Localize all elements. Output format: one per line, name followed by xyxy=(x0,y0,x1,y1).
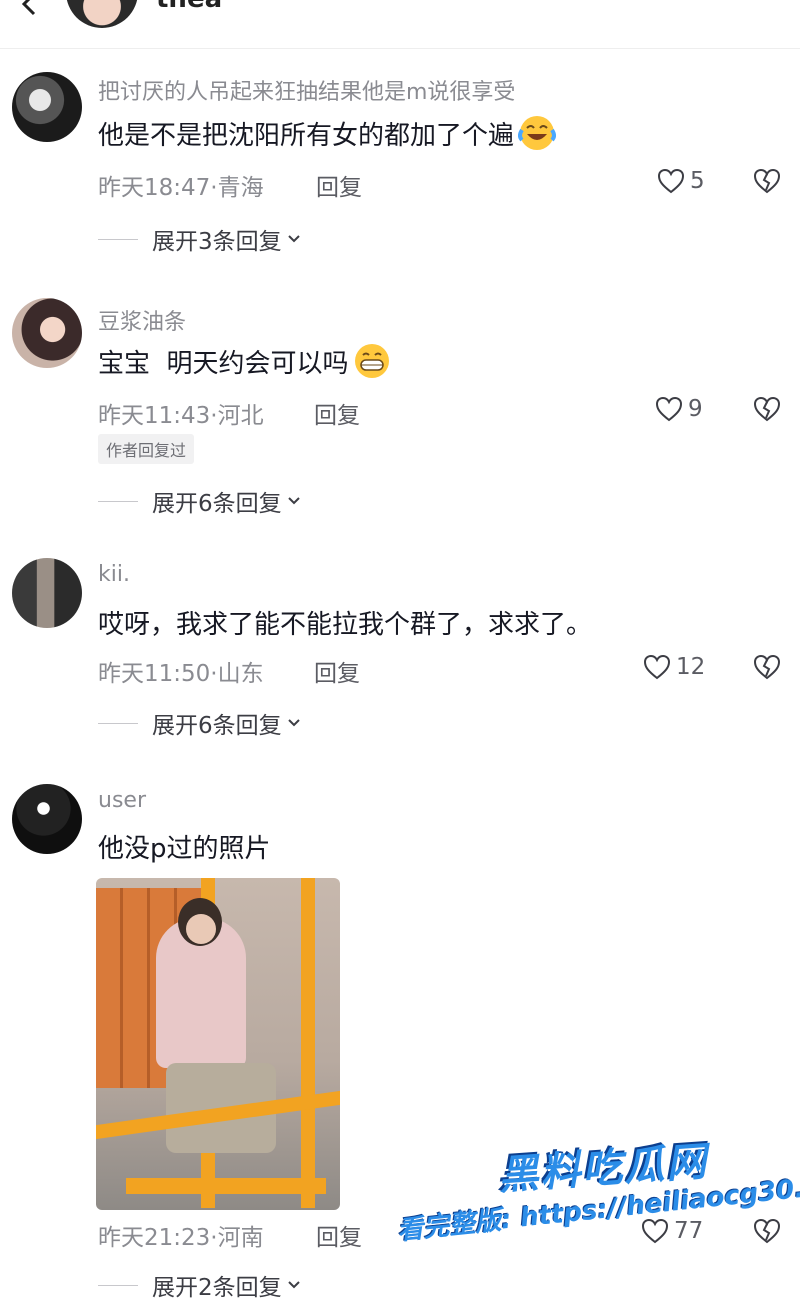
chevron-down-icon xyxy=(287,235,300,243)
comment-time-location: 昨天21:23·河南 xyxy=(98,1225,264,1251)
heart-icon xyxy=(655,396,683,422)
expand-replies-button[interactable]: 展开6条回复 xyxy=(98,706,302,740)
broken-heart-icon[interactable] xyxy=(752,394,782,424)
chevron-down-icon xyxy=(287,719,300,727)
comment-text-body: 宝宝 明天约会可以吗 xyxy=(98,348,349,379)
reply-button[interactable]: 回复 xyxy=(314,654,360,688)
expand-replies-label: 展开6条回复 xyxy=(152,713,282,739)
comment-time-location: 昨天11:43·河北 xyxy=(98,403,264,429)
divider xyxy=(98,238,138,240)
avatar[interactable] xyxy=(12,298,82,368)
like-count: 12 xyxy=(676,654,706,680)
back-arrow-icon[interactable] xyxy=(14,0,44,20)
like-count: 9 xyxy=(688,396,703,422)
divider xyxy=(98,500,138,502)
author-replied-badge: 作者回复过 xyxy=(98,434,195,464)
expand-replies-label: 展开3条回复 xyxy=(152,229,282,255)
comment-username[interactable]: 把讨厌的人吊起来狂抽结果他是m说很享受 xyxy=(98,74,515,106)
avatar[interactable] xyxy=(12,558,82,628)
expand-replies-label: 展开6条回复 xyxy=(152,491,282,517)
comment-text: 他没p过的照片 xyxy=(98,828,271,865)
heart-icon xyxy=(657,168,685,194)
reply-button[interactable]: 回复 xyxy=(316,168,362,202)
expand-replies-button[interactable]: 展开6条回复 xyxy=(98,484,302,518)
comment-username[interactable]: kii. xyxy=(98,562,130,587)
heart-icon xyxy=(643,654,671,680)
reply-button[interactable]: 回复 xyxy=(316,1218,362,1252)
laughing-tears-emoji-icon xyxy=(518,116,557,150)
broken-heart-icon[interactable] xyxy=(752,166,782,196)
comment-username[interactable]: 豆浆油条 xyxy=(98,304,186,336)
comment-text: 他是不是把沈阳所有女的都加了个遍 xyxy=(98,114,557,152)
chevron-down-icon xyxy=(287,497,300,505)
avatar[interactable] xyxy=(12,72,82,142)
expand-replies-button[interactable]: 展开2条回复 xyxy=(98,1268,302,1302)
chevron-down-icon xyxy=(287,1281,300,1289)
divider xyxy=(98,1284,138,1286)
photo-machine-base xyxy=(126,1178,326,1194)
expand-replies-label: 展开2条回复 xyxy=(152,1275,282,1301)
divider xyxy=(98,722,138,724)
expand-replies-button[interactable]: 展开3条回复 xyxy=(98,222,302,256)
comment-text: 宝宝 明天约会可以吗 xyxy=(98,342,391,380)
like-count: 77 xyxy=(674,1218,704,1244)
photo-person-face xyxy=(186,914,216,944)
comment-time-location: 昨天11:50·山东 xyxy=(98,661,264,687)
comment-username[interactable]: user xyxy=(98,788,146,813)
comment-time-location: 昨天18:47·青海 xyxy=(98,175,264,201)
broken-heart-icon[interactable] xyxy=(752,652,782,682)
photo-machine-frame xyxy=(301,878,315,1208)
comment-text-body: 他没p过的照片 xyxy=(98,834,271,864)
top-bar: thea xyxy=(0,0,800,49)
author-name[interactable]: thea xyxy=(156,0,222,14)
like-button[interactable]: 5 xyxy=(656,166,705,196)
like-count: 5 xyxy=(690,168,705,194)
avatar[interactable] xyxy=(12,784,82,854)
like-button[interactable]: 9 xyxy=(654,394,703,424)
reply-button[interactable]: 回复 xyxy=(314,396,360,430)
grinning-emoji-icon xyxy=(354,344,389,378)
comment-text-body: 哎呀，我求了能不能拉我个群了，求求了。 xyxy=(98,610,593,640)
broken-heart-icon[interactable] xyxy=(752,1216,782,1246)
like-button[interactable]: 12 xyxy=(642,652,705,682)
author-avatar[interactable] xyxy=(66,0,138,28)
comment-photo[interactable] xyxy=(96,878,340,1210)
comment-text: 哎呀，我求了能不能拉我个群了，求求了。 xyxy=(98,604,592,641)
comment-text-body: 他是不是把沈阳所有女的都加了个遍 xyxy=(98,120,515,151)
